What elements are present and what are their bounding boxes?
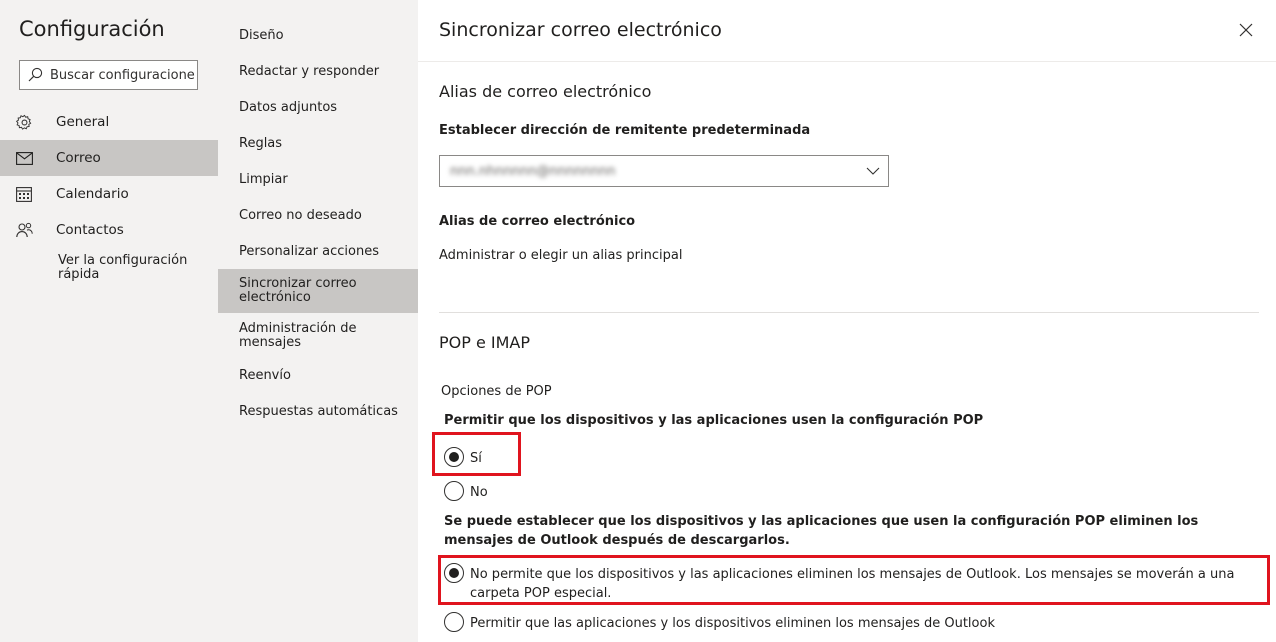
- alias-section-heading: Alias de correo electrónico: [439, 82, 652, 101]
- subnav-item-forwarding[interactable]: Reenvío: [218, 360, 418, 392]
- gear-icon: [0, 114, 56, 131]
- divider: [439, 312, 1259, 313]
- radio-button[interactable]: [444, 563, 464, 583]
- allow-pop-question: Permitir que los dispositivos y las apli…: [444, 413, 984, 428]
- search-input[interactable]: [50, 67, 195, 83]
- default-from-label: Establecer dirección de remitente predet…: [439, 123, 811, 138]
- subnav-item-automatic-replies[interactable]: Respuestas automáticas: [218, 396, 418, 428]
- nav-item-mail[interactable]: Correo: [0, 140, 218, 176]
- subnav-item-attachments[interactable]: Datos adjuntos: [218, 92, 418, 124]
- radio-button[interactable]: [444, 612, 464, 632]
- subnav-item-sweep[interactable]: Limpiar: [218, 164, 418, 196]
- radio-label: No: [470, 485, 488, 500]
- pop-imap-heading: POP e IMAP: [439, 333, 531, 352]
- nav-item-label: General: [56, 114, 110, 130]
- nav-item-label: Calendario: [56, 186, 129, 202]
- allow-pop-yes-radio[interactable]: Sí: [444, 447, 482, 468]
- settings-nav-pane: Configuración General Correo Calendario …: [0, 0, 218, 642]
- subnav-item-sync-email[interactable]: Sincronizar correo electrónico: [218, 269, 418, 313]
- subnav-item-junk[interactable]: Correo no deseado: [218, 200, 418, 232]
- mail-icon: [0, 151, 56, 165]
- delete-option-allow-radio[interactable]: Permitir que las aplicaciones y los disp…: [444, 612, 995, 633]
- settings-title: Configuración: [19, 17, 165, 41]
- mail-settings-subnav: Diseño Redactar y responder Datos adjunt…: [218, 0, 418, 642]
- default-from-dropdown[interactable]: nnn.nhnnnnn@nnnnnnnn: [439, 155, 889, 187]
- nav-item-contacts[interactable]: Contactos: [0, 212, 218, 248]
- search-icon: [20, 67, 50, 83]
- subnav-item-compose[interactable]: Redactar y responder: [218, 56, 418, 88]
- close-button[interactable]: [1236, 20, 1256, 40]
- radio-label: Permitir que las aplicaciones y los disp…: [470, 616, 995, 631]
- panel-title: Sincronizar correo electrónico: [439, 19, 722, 41]
- subnav-item-customize-actions[interactable]: Personalizar acciones: [218, 236, 418, 268]
- quick-settings-link[interactable]: Ver la configuración rápida: [58, 254, 208, 282]
- calendar-icon: [0, 186, 56, 202]
- nav-item-general[interactable]: General: [0, 104, 218, 140]
- nav-item-label: Contactos: [56, 222, 124, 238]
- radio-label: No permite que los dispositivos y las ap…: [470, 567, 1235, 601]
- nav-item-calendar[interactable]: Calendario: [0, 176, 218, 212]
- close-icon: [1239, 23, 1253, 37]
- search-settings-box[interactable]: [19, 60, 198, 90]
- subnav-item-layout[interactable]: Diseño: [218, 20, 418, 52]
- allow-pop-no-radio[interactable]: No: [444, 481, 488, 502]
- divider: [418, 61, 1276, 62]
- radio-button[interactable]: [444, 447, 464, 467]
- sync-email-panel: Sincronizar correo electrónico Alias de …: [418, 0, 1276, 642]
- subnav-item-message-handling[interactable]: Administración de mensajes: [218, 315, 418, 357]
- radio-button[interactable]: [444, 481, 464, 501]
- delete-question: Se puede establecer que los dispositivos…: [444, 514, 1199, 548]
- nav-item-label: Correo: [56, 150, 101, 166]
- contacts-icon: [0, 222, 56, 238]
- radio-label: Sí: [470, 451, 482, 466]
- delete-option-dont-allow-radio[interactable]: No permite que los dispositivos y las ap…: [444, 563, 1264, 603]
- manage-alias-link[interactable]: Administrar o elegir un alias principal: [439, 248, 682, 263]
- alias-label: Alias de correo electrónico: [439, 214, 636, 229]
- subnav-item-rules[interactable]: Reglas: [218, 128, 418, 160]
- pop-options-label: Opciones de POP: [441, 384, 552, 399]
- chevron-down-icon: [866, 167, 880, 175]
- default-from-value: nnn.nhnnnnn@nnnnnnnn: [450, 163, 616, 179]
